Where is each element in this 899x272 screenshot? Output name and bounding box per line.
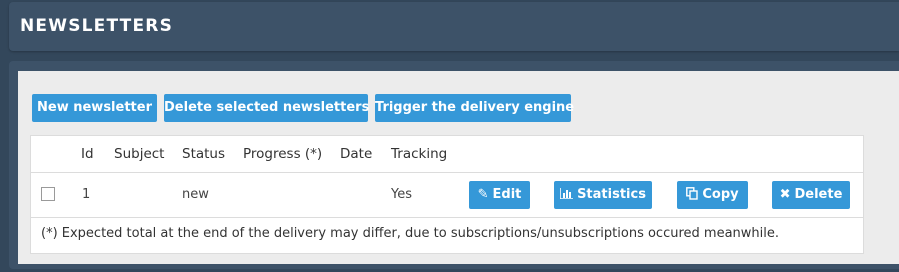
page-title: NEWSLETTERS [20,16,174,36]
copy-icon [686,181,699,209]
copy-label: Copy [702,187,739,202]
statistics-label: Statistics [577,187,646,202]
column-date[interactable]: Date [340,146,372,162]
copy-button[interactable]: Copy [677,181,748,209]
pencil-icon: ✎ [477,187,489,202]
edit-label: Edit [492,187,522,202]
footnote: (*) Expected total at the end of the del… [41,226,780,241]
delete-label: Delete [794,187,843,202]
column-tracking[interactable]: Tracking [391,146,447,162]
row-tracking: Yes [391,187,412,202]
statistics-button[interactable]: Statistics [554,181,652,209]
column-id[interactable]: Id [81,146,94,162]
edit-button[interactable]: ✎ Edit [469,181,530,209]
new-newsletter-button[interactable]: New newsletter [32,94,157,122]
page-header: NEWSLETTERS [9,2,899,51]
delete-button[interactable]: ✖ Delete [772,181,850,209]
newsletters-table: Id Subject Status Progress (*) Date Trac… [30,135,864,254]
delete-selected-button[interactable]: Delete selected newsletters [164,94,369,122]
close-icon: ✖ [779,187,791,202]
trigger-delivery-button[interactable]: Trigger the delivery engine [375,94,574,122]
row-id: 1 [82,187,91,202]
row-status: new [182,187,209,202]
column-progress[interactable]: Progress (*) [243,146,322,162]
table-header-row: Id Subject Status Progress (*) Date Trac… [31,136,863,173]
bar-chart-icon [559,181,574,209]
column-status[interactable]: Status [182,146,225,162]
column-subject[interactable]: Subject [114,146,164,162]
row-select-checkbox[interactable] [41,187,55,201]
table-row: 1 new Yes ✎ Edit Statistics Copy ✖ Delet… [31,173,863,218]
